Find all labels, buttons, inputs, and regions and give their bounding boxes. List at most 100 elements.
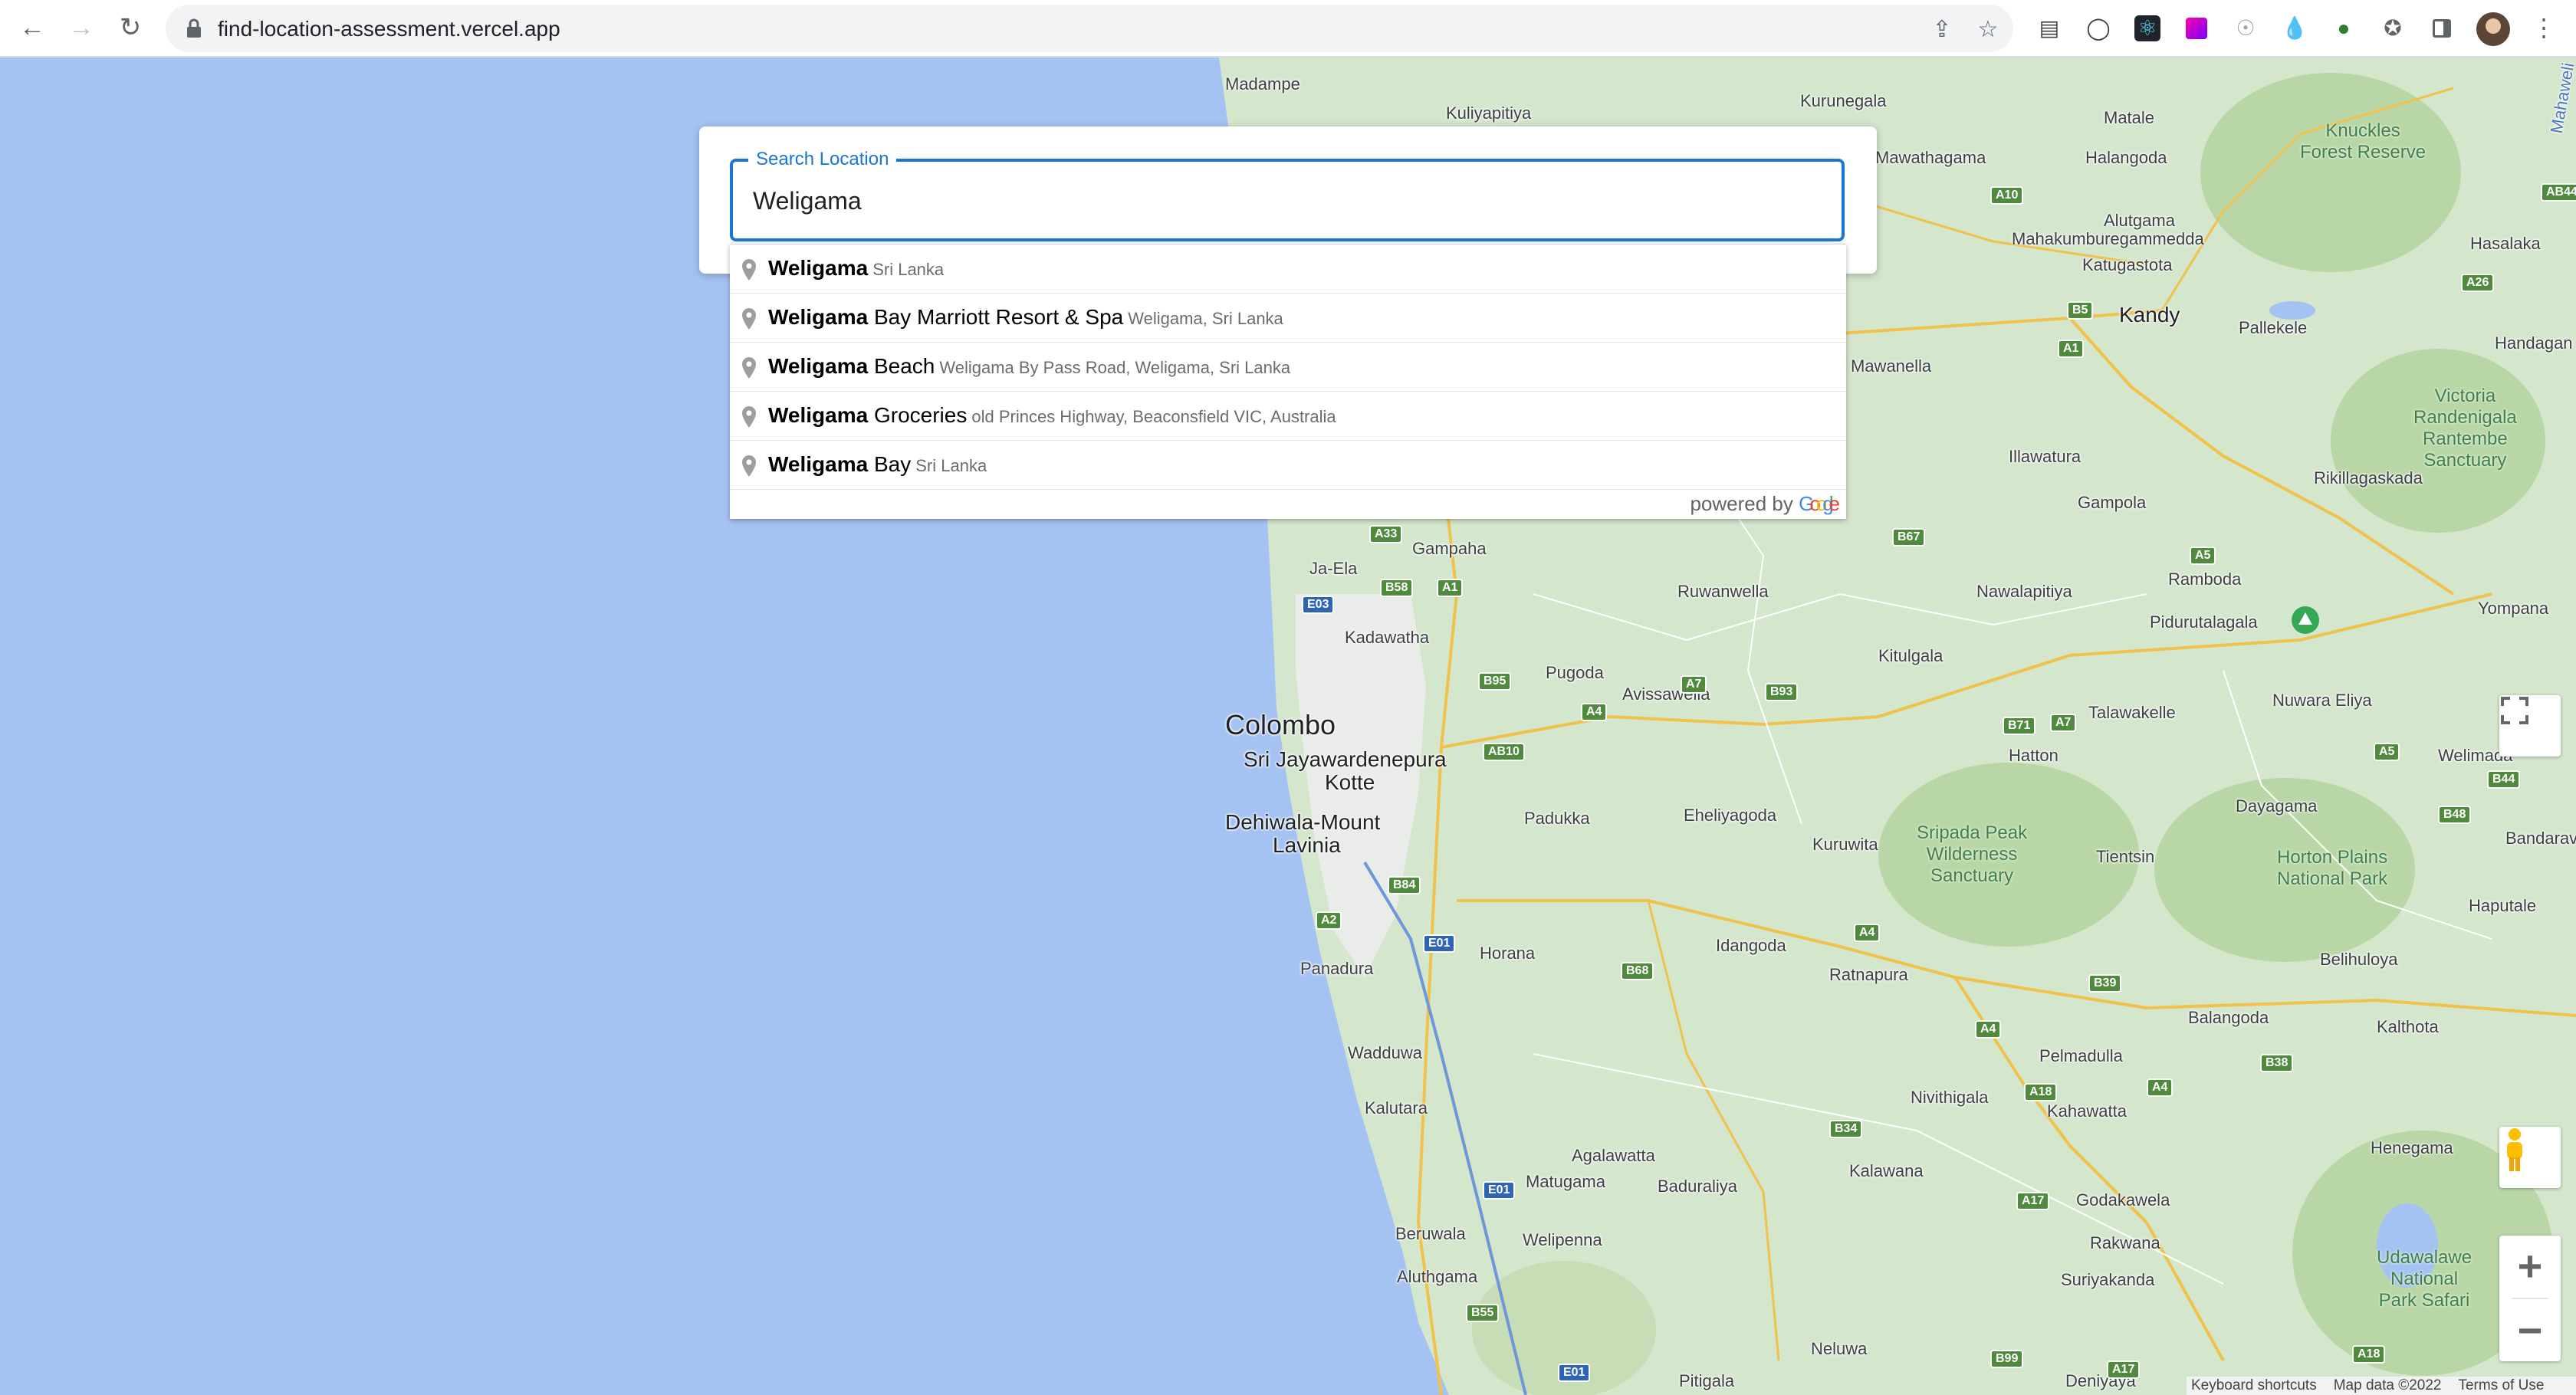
map-label-pugoda: Pugoda [1546,663,1604,682]
map-label-belihuloya: Belihuloya [2320,950,2398,969]
map-label-madampe: Madampe [1225,74,1300,94]
url-text[interactable]: find-location-assessment.vercel.app [218,17,560,41]
road-shield: B93 [1765,683,1799,701]
map-label-ratnapura: Ratnapura [1829,965,1908,984]
road-shield: B95 [1478,672,1512,691]
bookmark-star-icon[interactable]: ☆ [1976,18,1999,41]
map-label-panadura: Panadura [1300,959,1374,978]
search-input[interactable] [751,183,1812,218]
suggestion-secondary: Weligama By Pass Road, Weligama, Sri Lan… [939,358,1291,377]
compass-extension-icon[interactable]: ☉ [2233,15,2259,41]
road-shield: A17 [2016,1192,2050,1210]
reload-icon[interactable]: ↻ [113,11,147,44]
suggestion-rest: Bay [868,452,912,476]
share-icon[interactable]: ⇪ [1930,18,1953,41]
map-label-sripada-peak: Sripada Peak Wilderness Sanctuary [1917,822,2028,886]
suggestion-match: Weligama [768,256,869,280]
zoom-out-button[interactable]: − [2499,1300,2561,1361]
map-label-pitigala: Pitigala [1679,1371,1735,1390]
road-shield: A4 [1975,1020,2002,1039]
road-shield: B68 [1621,962,1654,980]
drop-extension-icon[interactable]: 💧 [2282,15,2308,41]
suggestion-match: Weligama [768,403,869,427]
gradient-extension-icon[interactable] [2183,15,2210,41]
map-label-pelmadulla: Pelmadulla [2039,1046,2123,1065]
map-label-gampaha: Gampaha [1412,539,1487,558]
suggestion-secondary: Sri Lanka [915,456,987,475]
location-pin-icon [742,455,756,477]
map-label-kuliyapitiya: Kuliyapitiya [1446,103,1532,123]
fullscreen-button[interactable] [2499,695,2561,757]
pegman-icon [2507,1128,2522,1171]
suggestion-item[interactable]: Weligama Groceries old Princes Highway, B… [730,392,1846,441]
suggestion-secondary: old Princes Highway, Beaconsfield VIC, A… [971,407,1336,426]
road-shield: A18 [2352,1345,2386,1364]
road-shield: A4 [1581,703,1608,721]
map-label-pallekele: Pallekele [2239,318,2308,337]
road-shield: A17 [2107,1361,2141,1379]
road-shield: A7 [1681,675,1707,694]
road-shield: A7 [2050,714,2077,732]
road-shield: B99 [1990,1350,2024,1368]
road-shield: E01 [1423,934,1456,953]
road-shield: A2 [1316,911,1342,930]
map-label-welipenna: Welipenna [1523,1230,1602,1249]
react-extension-icon[interactable]: ⚛ [2134,15,2160,41]
zoom-in-button[interactable]: + [2499,1236,2561,1297]
browser-toolbar: ← → ↻ find-location-assessment.vercel.ap… [0,0,2576,57]
map-label-ramboda: Ramboda [2168,569,2242,589]
road-shield: B84 [1388,876,1421,894]
suggestion-match: Weligama [768,452,869,476]
map-label-yompana: Yompana [2478,599,2549,618]
road-shield: A5 [2190,547,2216,565]
road-shield: A1 [1437,579,1464,597]
map-label-hatton: Hatton [2009,746,2058,765]
road-shield: A4 [2147,1078,2174,1097]
map-data-text: Map data ©2022 [2333,1377,2442,1393]
puzzle-extensions-icon[interactable]: ✪ [2380,15,2406,41]
search-location-field[interactable]: Search Location [730,149,1845,241]
terms-of-use-link[interactable]: Terms of Use [2458,1377,2544,1394]
road-shield: B38 [2260,1054,2294,1072]
leaf-extension-icon[interactable]: ● [2331,15,2357,41]
map-label-rikillagaskada: Rikillagaskada [2314,468,2423,487]
side-panel-icon[interactable] [2429,15,2455,41]
back-arrow-icon[interactable]: ← [15,11,49,44]
map-label-kalthota: Kalthota [2377,1017,2439,1036]
road-shield: AB10 [1483,743,1525,761]
road-shield: E01 [1483,1181,1516,1200]
suggestion-item[interactable]: Weligama Bay Sri Lanka [730,441,1846,490]
map-label-neluwa: Neluwa [1811,1339,1868,1358]
map-label-horana: Horana [1480,944,1536,963]
map-label-kahawatta: Kahawatta [2047,1101,2127,1121]
forward-arrow-icon[interactable]: → [64,11,98,44]
suggestion-match: Weligama [768,354,869,378]
incognito-extension-icon[interactable]: ▤ [2036,15,2062,41]
suggestion-rest: Beach [868,354,935,378]
location-pin-icon [742,357,756,379]
profile-avatar[interactable] [2476,12,2510,46]
keyboard-shortcuts-link[interactable]: Keyboard shortcuts [2191,1377,2317,1394]
suggestion-item[interactable]: Weligama Bay Marriott Resort & Spa Weliga… [730,294,1846,343]
road-shield: E03 [1302,596,1335,614]
road-shield: A18 [2024,1083,2058,1101]
map-label-nivithigala: Nivithigala [1911,1088,1989,1107]
devtools-extension-icon[interactable]: ◯ [2085,15,2111,41]
map-label-alutgama: Alutgama [2104,211,2175,230]
street-view-pegman-button[interactable] [2499,1127,2561,1188]
map-label-kalutara: Kalutara [1365,1098,1428,1118]
map-label-pidurutalagala: Pidurutalagala [2150,612,2258,632]
suggestion-rest: Groceries [868,403,968,427]
address-bar[interactable]: find-location-assessment.vercel.app ⇪ ☆ [166,5,2013,52]
map-label-kurunegala: Kurunegala [1800,91,1887,110]
map-label-tientsin: Tientsin [2096,847,2155,866]
map-label-kadawatha: Kadawatha [1345,628,1430,647]
suggestion-item[interactable]: Weligama Sri Lanka [730,245,1846,294]
map-label-kalawana: Kalawana [1849,1161,1924,1180]
suggestion-match: Weligama [768,305,869,329]
map-label-kitulgala: Kitulgala [1878,646,1944,665]
suggestion-secondary: Weligama, Sri Lanka [1128,309,1283,328]
kebab-menu-icon[interactable]: ⋮ [2527,11,2561,44]
suggestion-item[interactable]: Weligama Beach Weligama By Pass Road, Wel… [730,343,1846,392]
location-pin-icon [742,308,756,330]
